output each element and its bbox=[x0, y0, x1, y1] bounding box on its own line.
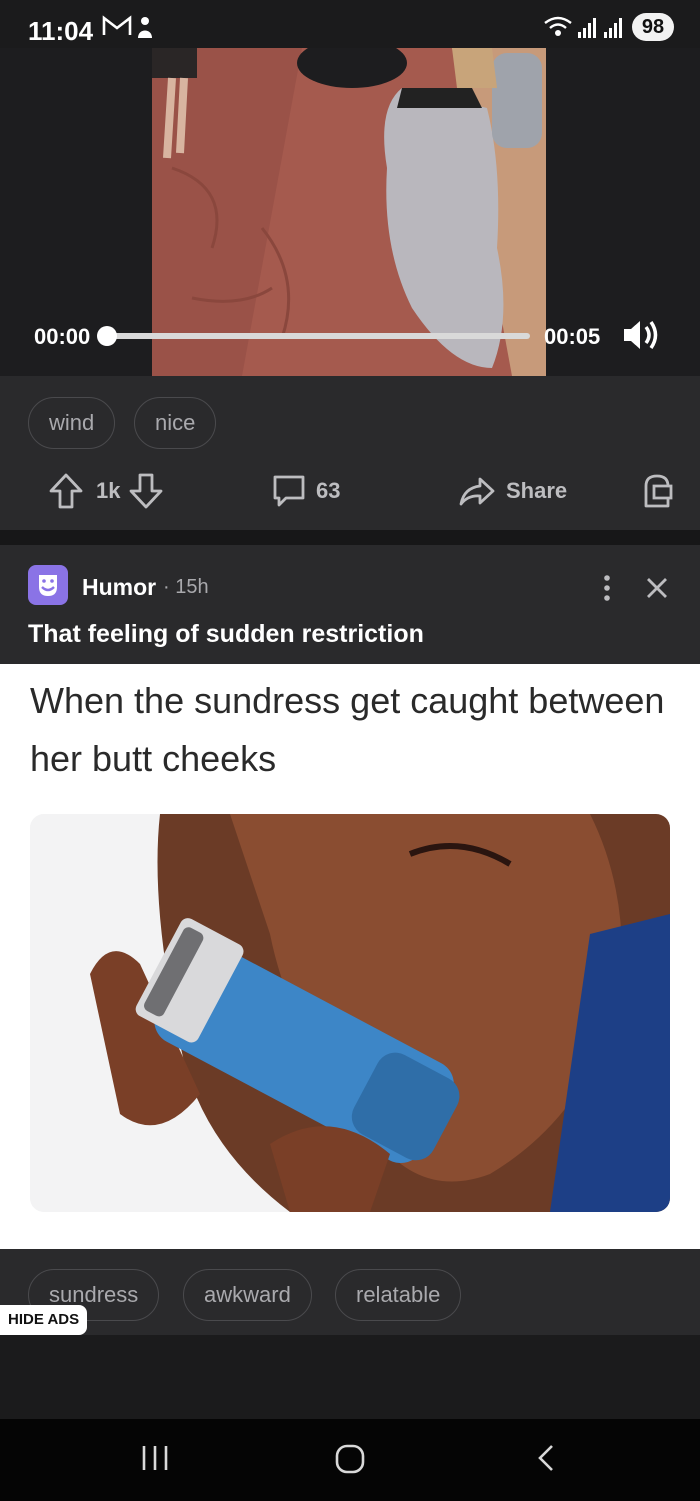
system-nav-bar bbox=[0, 1419, 700, 1501]
comment-count: 63 bbox=[316, 478, 341, 503]
comments-button[interactable]: 63 bbox=[272, 474, 340, 508]
meme-caption: When the sundress get caught between her… bbox=[30, 680, 665, 779]
tag-chip[interactable]: relatable bbox=[335, 1269, 462, 1321]
share-button[interactable]: Share bbox=[458, 474, 567, 508]
battery-indicator: 98 bbox=[632, 13, 674, 41]
upvote-button[interactable]: 1k bbox=[48, 472, 164, 510]
upvote-count: 1k bbox=[96, 478, 121, 503]
award-button[interactable] bbox=[640, 472, 674, 510]
upvote-icon[interactable] bbox=[48, 472, 84, 510]
share-label: Share bbox=[506, 478, 568, 503]
post-divider bbox=[0, 530, 700, 545]
video-current-time: 00:00 bbox=[34, 324, 91, 349]
home-icon[interactable] bbox=[334, 1443, 366, 1480]
signal-icon bbox=[576, 14, 626, 46]
post-age: 15h bbox=[175, 576, 209, 598]
tag-chip[interactable]: wind bbox=[28, 397, 116, 449]
video-duration: 00:05 bbox=[544, 324, 601, 349]
group-avatar[interactable] bbox=[28, 565, 68, 605]
volume-icon[interactable] bbox=[622, 318, 662, 352]
meme-photo bbox=[30, 814, 670, 1212]
post-title[interactable]: That feeling of sudden restriction bbox=[28, 620, 424, 649]
status-time: 11:04 bbox=[28, 16, 94, 46]
back-icon[interactable] bbox=[534, 1443, 558, 1478]
hide-ads-button[interactable]: HIDE ADS bbox=[0, 1305, 88, 1335]
notification-icon bbox=[135, 14, 155, 46]
ad-slot bbox=[0, 1335, 700, 1419]
time-separator: · bbox=[163, 576, 170, 598]
video-player[interactable]: 00:00 00:05 bbox=[0, 48, 700, 376]
post-footer: sundress awkward relatable bbox=[0, 1249, 700, 1335]
post-header: Humor · 15h That feeling of sudden restr… bbox=[0, 545, 700, 664]
status-bar: 11:04 98 bbox=[0, 0, 700, 48]
share-icon[interactable] bbox=[458, 474, 496, 508]
comment-icon[interactable] bbox=[272, 474, 306, 508]
wifi-icon bbox=[543, 14, 573, 46]
video-seek-handle[interactable] bbox=[97, 326, 117, 346]
tag-chip[interactable]: nice bbox=[134, 397, 217, 449]
gmail-icon bbox=[102, 14, 132, 44]
recents-icon[interactable] bbox=[140, 1443, 170, 1478]
video-seekbar[interactable] bbox=[100, 333, 530, 339]
more-options-icon[interactable] bbox=[600, 573, 614, 603]
post-image[interactable]: When the sundress get caught between her… bbox=[0, 664, 700, 1249]
downvote-icon[interactable] bbox=[128, 472, 164, 510]
post-time: · 15h bbox=[163, 576, 209, 599]
tag-chip[interactable]: awkward bbox=[183, 1269, 312, 1321]
video-frame[interactable] bbox=[152, 48, 546, 376]
group-name[interactable]: Humor bbox=[82, 574, 156, 601]
award-icon[interactable] bbox=[640, 472, 674, 510]
close-icon[interactable] bbox=[644, 575, 670, 601]
